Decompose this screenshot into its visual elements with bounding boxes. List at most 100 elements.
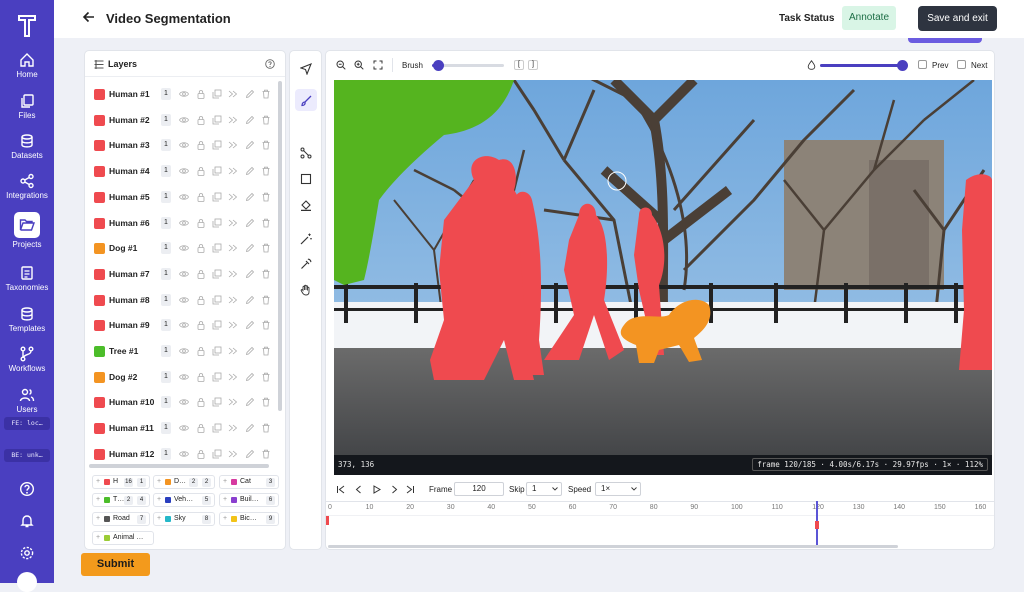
next-onion-checkbox[interactable]: [957, 60, 966, 69]
propagate-icon[interactable]: [228, 115, 238, 125]
zoom-in-icon[interactable]: [354, 60, 364, 70]
layer-row[interactable]: Human #9 1: [85, 312, 277, 338]
trash-icon[interactable]: [261, 346, 271, 356]
class-chip[interactable]: + D… 2 2: [153, 475, 215, 489]
layer-row[interactable]: Human #4 1: [85, 158, 277, 184]
annotation-canvas[interactable]: [334, 80, 992, 474]
magic-wand-tool[interactable]: [295, 227, 317, 249]
lock-icon[interactable]: [196, 320, 206, 331]
opacity-handle[interactable]: [896, 60, 908, 71]
nav-item-projects[interactable]: Projects: [0, 212, 54, 249]
trash-icon[interactable]: [261, 192, 271, 202]
edit-icon[interactable]: [245, 89, 255, 99]
select-tool[interactable]: [295, 57, 317, 79]
eye-icon[interactable]: [179, 269, 189, 279]
duplicate-icon[interactable]: [212, 140, 222, 150]
timeline-scrollbar[interactable]: [328, 545, 898, 548]
duplicate-icon[interactable]: [212, 449, 222, 459]
trash-icon[interactable]: [261, 397, 271, 407]
layers-scrollbar[interactable]: [278, 81, 282, 411]
play-icon[interactable]: [372, 485, 381, 494]
prev-onion-checkbox[interactable]: [918, 60, 927, 69]
edit-icon[interactable]: [245, 397, 255, 407]
lock-icon[interactable]: [196, 346, 206, 356]
eye-icon[interactable]: [179, 89, 189, 99]
duplicate-icon[interactable]: [212, 218, 222, 228]
fit-screen-icon[interactable]: [373, 60, 383, 70]
save-and-exit-button[interactable]: Save and exit: [918, 6, 997, 31]
propagate-icon[interactable]: [228, 269, 238, 279]
duplicate-icon[interactable]: [212, 192, 222, 202]
eye-icon[interactable]: [179, 295, 189, 305]
eye-icon[interactable]: [179, 372, 189, 382]
eye-icon[interactable]: [179, 423, 189, 433]
edit-icon[interactable]: [245, 372, 255, 382]
propagate-icon[interactable]: [228, 140, 238, 150]
lock-icon[interactable]: [196, 397, 206, 408]
trash-icon[interactable]: [261, 140, 271, 150]
frame-timeline[interactable]: 0102030405060708090100110120130140150160: [326, 501, 994, 549]
last-frame-icon[interactable]: [406, 485, 415, 494]
next-frame-icon[interactable]: [390, 485, 399, 494]
brush-size-slider[interactable]: [432, 60, 504, 71]
layer-row[interactable]: Human #2 1: [85, 107, 277, 133]
opacity-slider[interactable]: [820, 60, 908, 71]
propagate-icon[interactable]: [228, 218, 238, 228]
propagate-icon[interactable]: [228, 320, 238, 330]
layer-row[interactable]: Dog #1 1: [85, 235, 277, 261]
edit-icon[interactable]: [245, 115, 255, 125]
duplicate-icon[interactable]: [212, 89, 222, 99]
trash-icon[interactable]: [261, 89, 271, 99]
layer-row[interactable]: Human #7 1: [85, 261, 277, 287]
nav-item-users[interactable]: Users: [0, 387, 54, 414]
propagate-icon[interactable]: [228, 449, 238, 459]
edit-icon[interactable]: [245, 346, 255, 356]
trash-icon[interactable]: [261, 218, 271, 228]
layer-row[interactable]: Dog #2 1: [85, 364, 277, 390]
duplicate-icon[interactable]: [212, 423, 222, 433]
lock-icon[interactable]: [196, 115, 206, 125]
trash-icon[interactable]: [261, 295, 271, 305]
edit-icon[interactable]: [245, 166, 255, 176]
lock-icon[interactable]: [196, 166, 206, 176]
duplicate-icon[interactable]: [212, 372, 222, 382]
duplicate-icon[interactable]: [212, 397, 222, 407]
lock-icon[interactable]: [196, 372, 206, 382]
trash-icon[interactable]: [261, 320, 271, 330]
eye-icon[interactable]: [179, 218, 189, 228]
trash-icon[interactable]: [261, 166, 271, 176]
lock-icon[interactable]: [196, 423, 206, 433]
layer-row[interactable]: Human #5 1: [85, 184, 277, 210]
propagate-icon[interactable]: [228, 166, 238, 176]
class-chip[interactable]: + Buil… 6: [219, 493, 279, 507]
rectangle-tool[interactable]: [295, 167, 317, 189]
trash-icon[interactable]: [261, 115, 271, 125]
keyframe-marker[interactable]: [326, 516, 329, 525]
class-chip[interactable]: + Cat 3: [219, 475, 279, 489]
trash-icon[interactable]: [261, 243, 271, 253]
duplicate-icon[interactable]: [212, 320, 222, 330]
edit-icon[interactable]: [245, 269, 255, 279]
class-chip[interactable]: + Sky 8: [153, 512, 215, 526]
edit-icon[interactable]: [245, 192, 255, 202]
edit-icon[interactable]: [245, 295, 255, 305]
nav-item-integrations[interactable]: Integrations: [0, 173, 54, 200]
propagate-icon[interactable]: [228, 243, 238, 253]
first-frame-icon[interactable]: [336, 485, 345, 494]
pan-tool[interactable]: [295, 278, 317, 300]
previous-frame-icon[interactable]: [354, 485, 363, 494]
layer-row[interactable]: Human #8 1: [85, 287, 277, 313]
lock-icon[interactable]: [196, 449, 206, 459]
layer-row[interactable]: Human #6 1: [85, 210, 277, 236]
duplicate-icon[interactable]: [212, 269, 222, 279]
frame-input[interactable]: 120: [454, 482, 504, 496]
settings-icon[interactable]: [19, 545, 35, 561]
notification-icon[interactable]: [19, 513, 35, 529]
edit-icon[interactable]: [245, 423, 255, 433]
brush-increase-key[interactable]: ]: [528, 60, 538, 70]
propagate-icon[interactable]: [228, 346, 238, 356]
nav-item-taxonomies[interactable]: Taxonomies: [0, 265, 54, 292]
propagate-icon[interactable]: [228, 295, 238, 305]
lock-icon[interactable]: [196, 192, 206, 202]
eye-icon[interactable]: [179, 449, 189, 459]
